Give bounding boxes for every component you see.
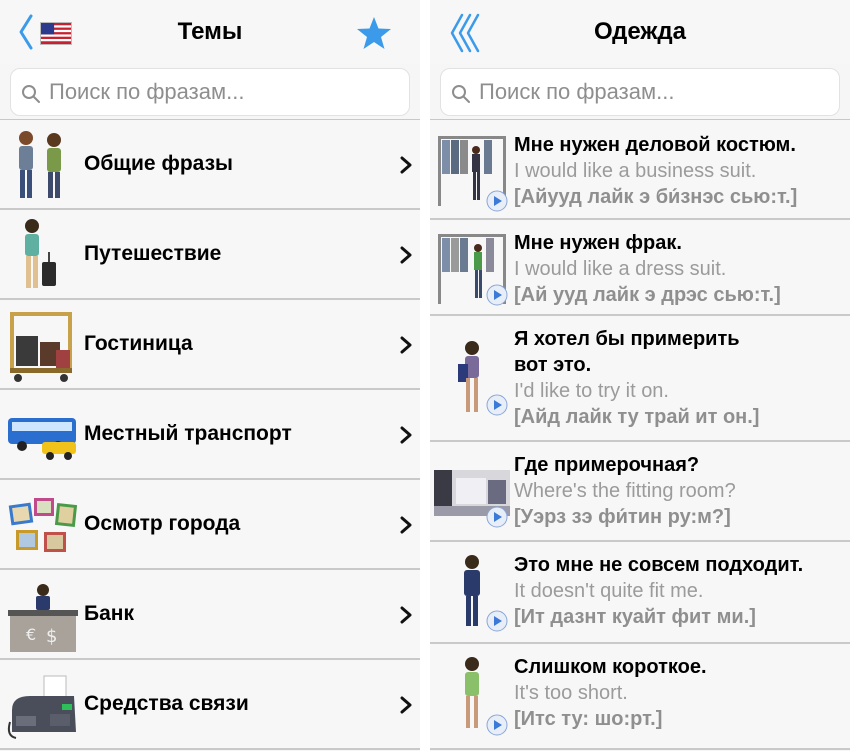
phrase-text: Слишком короткое. It's too short. [Итс т… [514,654,842,732]
traveler-suitcase-icon [25,219,56,288]
phrase-item[interactable]: Это мне не совсем подходит. It doesn't q… [430,542,850,644]
bank-counter-icon: € $ [8,584,78,652]
topic-item-travel[interactable]: Путешествие [0,210,420,300]
topic-label: Средства связи [84,692,249,715]
phrase-transcription: [Ай ууд лайк э дрэс сью:т.] [514,284,781,306]
fax-machine-icon [7,675,76,739]
chevron-right-icon [400,426,412,444]
topic-item-transport[interactable]: Местный транспорт [0,390,420,480]
search-input[interactable] [49,69,389,115]
topic-label: Местный транспорт [84,422,292,445]
chevron-right-icon [400,336,412,354]
topic-item-general[interactable]: Общие фразы [0,120,420,210]
chevron-right-icon [400,516,412,534]
phrase-transcription: [Уэрз зэ фи́тин ру:м?] [514,506,731,528]
phrase-item[interactable]: Мне нужен деловой костюм. I would like a… [430,120,850,220]
phrase-english: It doesn't quite fit me. [514,580,704,602]
topics-panel: Темы Общие фразы [0,0,420,751]
phrase-item[interactable]: Мне нужен фрак. I would like a dress sui… [430,220,850,316]
phrase-text: Мне нужен деловой костюм. I would like a… [514,132,842,210]
chevron-right-icon [400,696,412,714]
phrase-transcription: [Ит дазнт куайт фит ми.] [514,606,756,628]
svg-text:$: $ [46,626,57,647]
phrase-russian: Это мне не совсем подходит. [514,554,804,576]
phrase-item[interactable]: Я хотел бы примерить вот это. I'd like t… [430,316,850,442]
phrase-russian: Мне нужен деловой костюм. [514,134,796,156]
people-talking-icon [19,131,61,198]
play-audio-icon[interactable] [486,714,508,736]
star-favorites-icon[interactable] [356,16,392,50]
phrases-panel: Одежда Мне нужен деловой костюм. I would… [430,0,850,751]
topic-label: Банк [84,602,134,625]
phrase-english: It's too short. [514,682,628,704]
play-audio-icon[interactable] [486,610,508,632]
phrase-english: I'd like to try it on. [514,380,669,402]
phrase-russian: Где примерочная? [514,454,700,476]
search-box[interactable] [440,68,840,116]
luggage-cart-icon [10,312,72,382]
phrase-transcription: [Айууд лайк э би́знэс сью:т.] [514,186,798,208]
search-icon [452,85,470,103]
phrase-russian-line2: вот это. [514,354,592,376]
phrase-russian: Мне нужен фрак. [514,232,682,254]
search-input[interactable] [479,69,819,115]
photo-frames-icon [8,498,78,552]
phrases-navbar: Одежда [430,0,850,64]
play-audio-icon[interactable] [486,284,508,306]
topic-label: Гостиница [84,332,193,355]
page-title: Одежда [594,18,686,45]
topic-label: Осмотр города [84,512,241,535]
topic-item-hotel[interactable]: Гостиница [0,300,420,390]
search-box[interactable] [10,68,410,116]
phrase-english: Where's the fitting room? [514,480,736,502]
topic-label: Путешествие [84,242,222,265]
topic-item-bank[interactable]: € $ Банк [0,570,420,660]
phrase-transcription: [Итс ту: шо:рт.] [514,708,663,730]
search-bar [430,64,850,120]
search-icon [22,85,40,103]
chevron-right-icon [400,156,412,174]
phrase-item[interactable]: Слишком короткое. It's too short. [Итс т… [430,644,850,750]
phrase-english: I would like a dress suit. [514,258,727,280]
phrase-transcription: [Айд лайк ту трай ит он.] [514,406,760,428]
phrase-item[interactable]: Где примерочная? Where's the fitting roo… [430,442,850,542]
bus-taxi-icon [8,418,76,460]
phrase-text: Мне нужен фрак. I would like a dress sui… [514,230,842,308]
phrase-text: Где примерочная? Where's the fitting roo… [514,452,842,530]
search-bar [0,64,420,120]
phrase-russian: Слишком короткое. [514,656,707,678]
topic-item-sightseeing[interactable]: Осмотр города [0,480,420,570]
play-audio-icon[interactable] [486,506,508,528]
chevron-right-icon [400,606,412,624]
svg-text:€: € [26,625,36,644]
topic-label: Общие фразы [84,152,233,175]
chevron-right-icon [400,246,412,264]
phrase-russian: Я хотел бы примерить [514,328,740,350]
phrase-text: Я хотел бы примерить вот это. I'd like t… [514,326,842,430]
play-audio-icon[interactable] [486,394,508,416]
phrase-text: Это мне не совсем подходит. It doesn't q… [514,552,842,630]
topics-navbar: Темы [0,0,420,64]
topic-item-communication[interactable]: Средства связи [0,660,420,750]
play-audio-icon[interactable] [486,190,508,212]
phrase-english: I would like a business suit. [514,160,757,182]
